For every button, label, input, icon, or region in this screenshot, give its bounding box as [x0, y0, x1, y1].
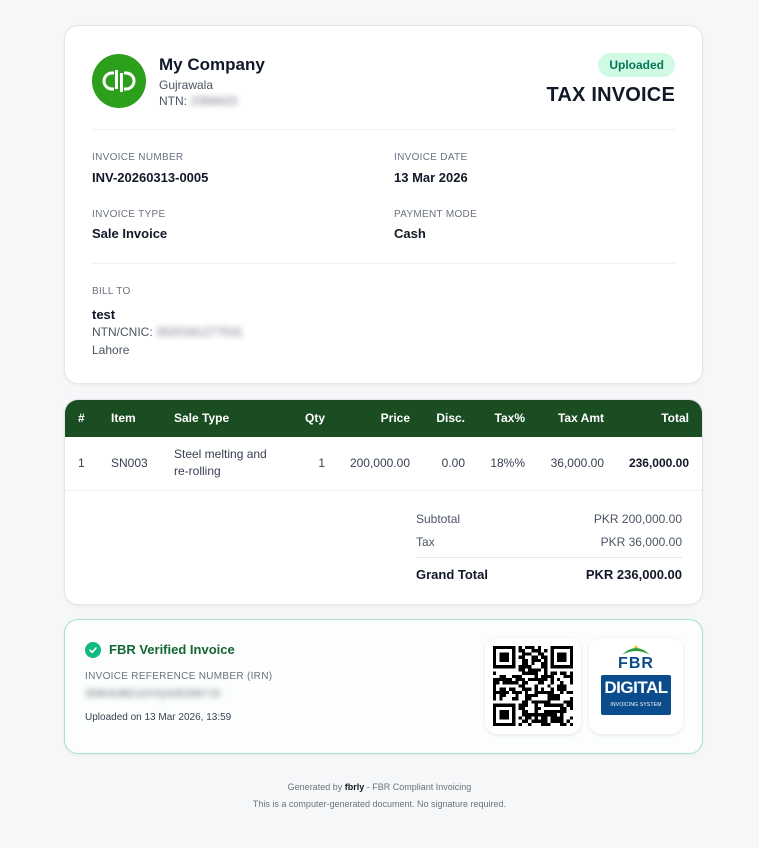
th-qty: Qty [304, 411, 325, 425]
bill-to-ntn-value: 3520181277531 [156, 325, 243, 339]
invoice-number: INV-20260313-0005 [92, 170, 209, 185]
fbr-logo-sub: INVOICING SYSTEM [610, 702, 662, 708]
footer-generated-suffix: - FBR Compliant Invoicing [366, 782, 472, 792]
th-disc: Disc. [436, 411, 465, 425]
row-tax-amt: 36,000.00 [550, 456, 604, 470]
fbr-verification-card: FBR Verified Invoice INVOICE REFERENCE N… [64, 619, 703, 754]
company-city: Gujrawala [159, 78, 214, 92]
invoice-header-card: My Company Gujrawala NTN: 2358423 Upload… [64, 25, 703, 384]
row-tax-pct: 18%% [490, 456, 525, 470]
payment-mode: Cash [394, 226, 426, 241]
meta-divider [92, 263, 675, 264]
footer-generated-prefix: Generated by [287, 782, 343, 792]
row-sale-type-line2: re-rolling [174, 464, 221, 478]
row-total: 236,000.00 [628, 456, 689, 470]
footer-note: This is a computer-generated document. N… [252, 799, 507, 809]
invoice-number-label: INVOICE NUMBER [92, 152, 184, 163]
invoice-type: Sale Invoice [92, 226, 168, 241]
invoice-type-label: INVOICE TYPE [92, 209, 166, 220]
row-sale-type-line1: Steel melting and [174, 447, 267, 461]
fbr-logo: FBR DIGITAL INVOICING SYSTEM [589, 638, 683, 734]
fbr-logo-digital-block: DIGITAL INVOICING SYSTEM [601, 675, 671, 715]
row-divider [65, 490, 702, 491]
row-num: 1 [78, 456, 85, 470]
bill-to-ntn-label: NTN/CNIC: [92, 325, 153, 339]
qr-code-icon [493, 646, 573, 726]
th-price: Price [380, 411, 410, 425]
company-name: My Company [159, 55, 265, 74]
bill-to-label: BILL TO [92, 286, 131, 297]
th-tax-pct: Tax% [494, 411, 525, 425]
invoice-date: 13 Mar 2026 [394, 170, 468, 185]
footer-brand: fbrly [344, 782, 365, 792]
document-title: TAX INVOICE [546, 84, 675, 106]
irn-value: 3580438D1DVQ4353997J3 [85, 688, 221, 700]
invoice-items-card: # Item Sale Type Qty Price Disc. Tax% Ta… [64, 399, 703, 605]
table-header: # Item Sale Type Qty Price Disc. Tax% Ta… [65, 400, 702, 437]
bill-to-city: Lahore [92, 343, 130, 357]
irn-label: INVOICE REFERENCE NUMBER (IRN) [85, 671, 273, 682]
th-tax-amt: Tax Amt [557, 411, 604, 425]
th-item: Item [111, 411, 136, 425]
header-divider [92, 129, 675, 130]
company-logo-icon [92, 54, 146, 108]
fbr-logo-digital: DIGITAL [604, 678, 668, 697]
verification-title: FBR Verified Invoice [109, 642, 235, 657]
company-ntn: NTN: 2358423 [159, 94, 237, 108]
summary-divider [416, 557, 682, 558]
fbr-logo-word: FBR [618, 655, 654, 672]
subtotal-value: PKR 200,000.00 [593, 512, 682, 526]
row-price: 200,000.00 [349, 456, 410, 470]
row-disc: 0.00 [441, 456, 465, 470]
status-badge: Uploaded [598, 53, 675, 77]
company-ntn-label: NTN: [159, 94, 187, 108]
tax-value: PKR 36,000.00 [600, 535, 682, 549]
bill-to-ntn: NTN/CNIC: 3520181277531 [92, 325, 243, 339]
th-sale-type: Sale Type [174, 411, 230, 425]
company-ntn-value: 2358423 [190, 94, 238, 108]
row-qty: 1 [318, 456, 325, 470]
qr-code [485, 638, 581, 734]
payment-mode-label: PAYMENT MODE [394, 209, 478, 220]
row-item: SN003 [111, 456, 148, 470]
tax-label: Tax [416, 535, 435, 549]
check-circle-icon [85, 642, 101, 658]
invoice-date-label: INVOICE DATE [394, 152, 468, 163]
footer-generated: Generated by fbrly - FBR Compliant Invoi… [0, 782, 759, 792]
th-num: # [78, 411, 85, 425]
grand-total-value: PKR 236,000.00 [585, 567, 682, 582]
grand-total-label: Grand Total [416, 567, 488, 582]
bill-to-name: test [92, 307, 116, 322]
th-total: Total [661, 411, 689, 425]
subtotal-label: Subtotal [416, 512, 461, 526]
uploaded-on: Uploaded on 13 Mar 2026, 13:59 [85, 712, 232, 723]
